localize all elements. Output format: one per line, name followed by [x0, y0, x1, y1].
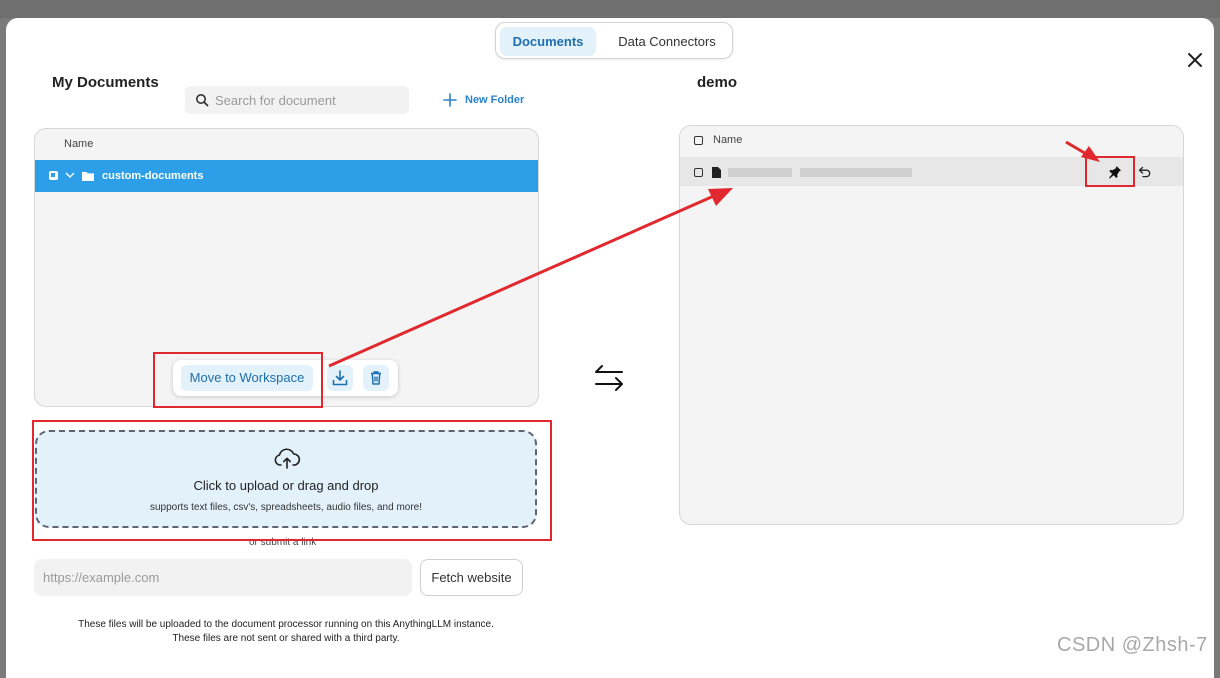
trash-icon	[371, 371, 381, 385]
redacted-filename-part-1	[728, 168, 792, 177]
select-all-checkbox[interactable]	[694, 136, 703, 145]
watermark: CSDN @Zhsh-7	[1057, 634, 1208, 656]
privacy-note-line-1: These files will be uploaded to the docu…	[78, 619, 494, 630]
chevron-down-icon[interactable]	[65, 171, 75, 179]
workspace-column-name-header: Name	[713, 134, 743, 146]
search-icon	[196, 94, 209, 107]
plus-icon	[443, 93, 457, 107]
url-input[interactable]	[34, 559, 412, 596]
file-icon	[712, 167, 721, 178]
download-tray-icon	[332, 370, 348, 386]
folder-icon	[82, 172, 94, 181]
selection-action-bar: Move to Workspace	[173, 360, 398, 396]
tab-data-connectors[interactable]: Data Connectors	[604, 27, 730, 56]
close-icon[interactable]	[1184, 49, 1206, 71]
file-checkbox[interactable]	[694, 168, 703, 177]
folder-name: custom-documents	[102, 170, 204, 182]
folder-checkbox[interactable]	[49, 171, 58, 180]
workspace-file-row[interactable]	[680, 157, 1183, 186]
delete-button[interactable]	[363, 365, 389, 391]
search-box	[185, 86, 409, 114]
new-folder-button[interactable]: New Folder	[443, 90, 524, 110]
workspace-title: demo	[697, 74, 738, 91]
upload-cloud-icon	[274, 448, 301, 469]
pin-icon[interactable]	[1108, 165, 1122, 179]
workspace-documents-panel: Name	[679, 125, 1184, 525]
folder-row-custom-documents[interactable]: custom-documents	[35, 160, 538, 192]
swap-arrows-icon[interactable]	[594, 362, 624, 394]
tab-switcher: Documents Data Connectors	[495, 22, 733, 59]
workspace-table-header: Name	[680, 126, 1183, 156]
move-to-workspace-button[interactable]: Move to Workspace	[181, 365, 313, 391]
submit-link-label: or submit a link	[249, 537, 317, 548]
move-download-button[interactable]	[327, 365, 353, 391]
redacted-filename-part-2	[800, 168, 912, 177]
tab-documents[interactable]: Documents	[500, 27, 596, 56]
search-input[interactable]	[215, 86, 403, 114]
privacy-note-line-2: These files are not sent or shared with …	[172, 633, 400, 644]
documents-table-header: Name	[35, 129, 538, 159]
fetch-website-button[interactable]: Fetch website	[420, 559, 523, 596]
upload-title: Click to upload or drag and drop	[193, 478, 379, 493]
document-modal: Documents Data Connectors My Documents N…	[6, 18, 1214, 678]
new-folder-label: New Folder	[465, 94, 525, 106]
column-name-header: Name	[64, 138, 94, 150]
upload-dropzone[interactable]: Click to upload or drag and drop support…	[35, 430, 537, 528]
undo-icon[interactable]	[1138, 165, 1152, 179]
app-backdrop	[0, 0, 1220, 18]
upload-subtitle: supports text files, csv's, spreadsheets…	[149, 502, 423, 513]
my-documents-title: My Documents	[52, 74, 159, 91]
